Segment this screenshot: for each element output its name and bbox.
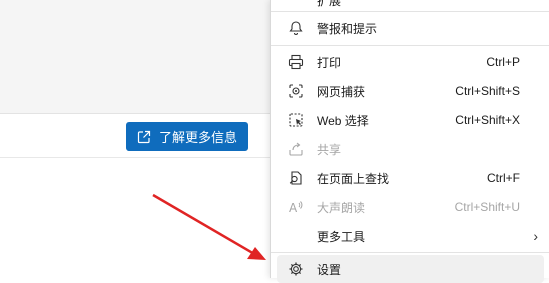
web-select-icon (285, 109, 307, 131)
external-link-icon (137, 130, 151, 144)
read-aloud-icon: A (285, 196, 307, 218)
menu-item-find-on-page[interactable]: 在页面上查找 Ctrl+F (277, 164, 544, 192)
share-icon (285, 138, 307, 160)
divider (0, 157, 270, 158)
learn-more-label: 了解更多信息 (158, 130, 237, 145)
menu-item-extensions[interactable]: 扩展 (277, 0, 544, 10)
menu-item-alerts[interactable]: 警报和提示 (277, 14, 544, 42)
menu-item-more-tools[interactable]: 更多工具 › (277, 222, 544, 250)
menu-item-web-capture[interactable]: 网页捕获 Ctrl+Shift+S (277, 77, 544, 105)
svg-text:A: A (289, 201, 298, 215)
menu-item-web-select[interactable]: Web 选择 Ctrl+Shift+X (277, 106, 544, 134)
menu-separator (271, 11, 549, 12)
puzzle-icon (285, 0, 307, 11)
page-header-area (0, 0, 270, 113)
menu-item-share[interactable]: 共享 (277, 135, 544, 163)
menu-item-read-aloud[interactable]: A 大声朗读 Ctrl+Shift+U (277, 193, 544, 221)
gear-icon (285, 258, 307, 280)
browser-settings-menu: 扩展 警报和提示 打印 Ctrl+P 网页捕获 Ctrl+Shift+S Web… (270, 0, 549, 283)
web-capture-icon (285, 80, 307, 102)
menu-item-settings[interactable]: 设置 (277, 255, 544, 283)
find-icon (285, 167, 307, 189)
menu-item-print[interactable]: 打印 Ctrl+P (277, 48, 544, 76)
bell-icon (285, 17, 307, 39)
menu-separator (271, 45, 549, 46)
chevron-right-icon: › (533, 228, 538, 244)
divider (0, 113, 270, 114)
menu-separator (271, 252, 549, 253)
learn-more-button[interactable]: 了解更多信息 (126, 122, 248, 151)
printer-icon (285, 51, 307, 73)
